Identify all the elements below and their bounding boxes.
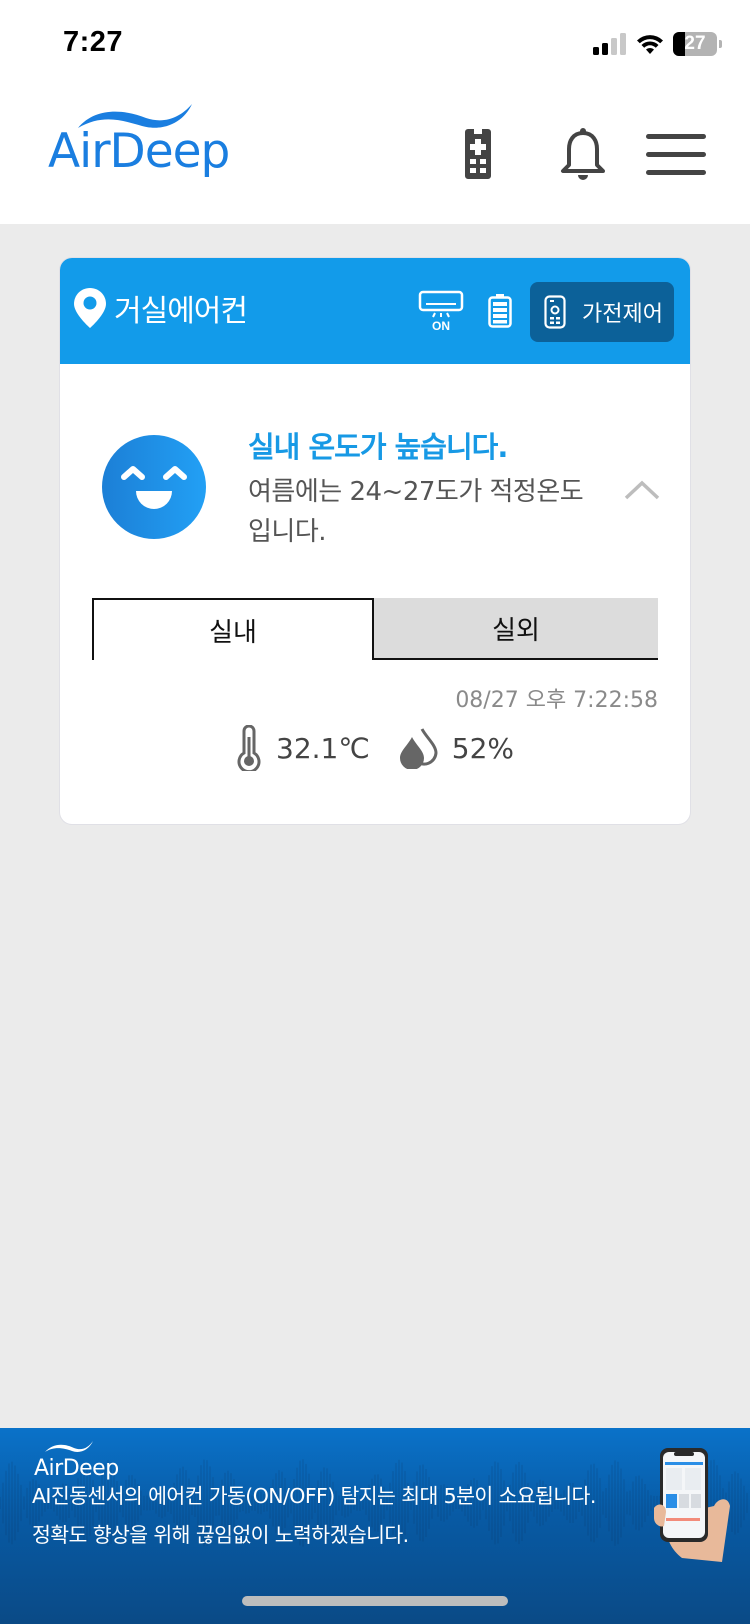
sensor-battery	[488, 294, 512, 332]
device-name: 거실에어컨	[114, 294, 248, 329]
signal-icon	[593, 33, 626, 55]
menu-button[interactable]	[644, 126, 708, 182]
info-banner[interactable]: AirDeep AI진동센서의 에어컨 가동(ON/OFF) 탐지는 최대 5분…	[0, 1428, 750, 1624]
location-pin-icon	[74, 288, 106, 328]
app-header: AirDeep	[0, 90, 750, 224]
tab-indoor[interactable]: 실내	[92, 598, 374, 660]
remote-button[interactable]	[458, 126, 498, 182]
logo-text: AirDeep	[48, 124, 230, 179]
wifi-icon	[637, 35, 663, 54]
banner-logo-wave-icon	[45, 1441, 93, 1452]
phone-in-hand-image	[654, 1448, 730, 1562]
control-button-label: 가전제어	[582, 302, 663, 327]
status-section: 실내 온도가 높습니다. 여름에는 24~27도가 적정온도입니다.	[60, 364, 690, 592]
status-bar: 7:27 27	[0, 0, 750, 90]
temperature-value: 32.1℃	[276, 731, 370, 765]
tab-outdoor[interactable]: 실외	[374, 598, 658, 660]
ac-status-label: ON	[432, 319, 450, 332]
tab-outdoor-label: 실외	[492, 615, 540, 646]
bell-icon	[561, 128, 605, 180]
banner-logo-text: AirDeep	[34, 1456, 119, 1481]
collapse-chevron-up-icon[interactable]	[622, 476, 662, 504]
ac-status: ON	[418, 290, 464, 336]
status-title: 실내 온도가 높습니다.	[248, 430, 508, 464]
battery-fill	[673, 32, 685, 56]
humidity-icon	[399, 728, 438, 769]
happy-face-icon	[102, 435, 206, 539]
notification-button[interactable]	[558, 126, 608, 182]
card-header: 거실에어컨 ON 가전제어	[60, 258, 690, 364]
status-time: 7:27	[63, 26, 124, 58]
sensor-readings: 32.1℃ 52%	[236, 724, 514, 772]
tab-indoor-label: 실내	[209, 617, 257, 648]
device-name-group: 거실에어컨	[74, 286, 248, 330]
location-tabs: 실내 실외	[92, 598, 658, 660]
home-indicator[interactable]	[242, 1596, 508, 1606]
banner-text-line1: AI진동센서의 에어컨 가동(ON/OFF) 탐지는 최대 5분이 소요됩니다.	[32, 1484, 596, 1508]
battery-tip	[719, 40, 722, 48]
remote-control-icon	[544, 295, 566, 329]
status-description: 여름에는 24~27도가 적정온도입니다.	[248, 477, 584, 547]
remote-icon	[465, 129, 491, 179]
battery-level: 27	[684, 33, 706, 54]
menu-icon	[646, 134, 706, 175]
measurement-timestamp: 08/27 오후 7:22:58	[455, 688, 658, 713]
device-card: 거실에어컨 ON 가전제어 실내 온도가 높습니다. 여름에는 24~27도가 …	[60, 258, 690, 824]
appliance-control-button[interactable]: 가전제어	[530, 282, 674, 342]
status-icons: 27	[593, 32, 722, 56]
banner-text-line2: 정확도 향상을 위해 끊임없이 노력하겠습니다.	[32, 1523, 409, 1547]
sensor-battery-icon	[488, 294, 512, 328]
battery-icon: 27	[673, 32, 717, 56]
thermometer-icon	[237, 725, 261, 771]
airdeep-logo[interactable]: AirDeep	[46, 102, 276, 192]
humidity-value: 52%	[451, 731, 515, 765]
air-conditioner-icon: ON	[418, 290, 464, 333]
